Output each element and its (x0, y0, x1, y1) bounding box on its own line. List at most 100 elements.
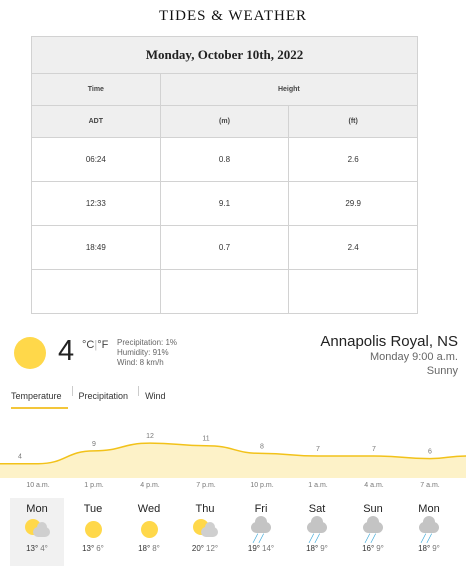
day-name: Sun (363, 503, 383, 515)
tide-time: 06:24 (31, 137, 161, 182)
daily-forecast: Mon 13° 4° Tue 13° 6° Wed 18° 8° Thu 20° 12° Fri ╱╱ 19… (10, 498, 466, 566)
location-block: Annapolis Royal, NS Monday 9:00 a.m. Sun… (320, 333, 458, 378)
header-height: Height (159, 73, 419, 106)
day-forecast-item[interactable]: Tue 13° 6° (66, 498, 120, 566)
day-temps: 13° 6° (66, 544, 120, 553)
chart-x-labels: 10 a.m. 1 p.m. 4 p.m. 7 p.m. 10 p.m. 1 a.m. 4 … (0, 482, 466, 494)
day-name: Sat (308, 503, 326, 515)
table-row-empty (31, 269, 418, 314)
x-axis-label: 4 a.m. (364, 482, 384, 489)
unit-celsius[interactable]: °C (82, 339, 94, 351)
temperature-value-label: 8 (260, 443, 264, 450)
table-row: 12:33 9.1 29.9 (31, 181, 418, 226)
day-high: 18° (306, 544, 319, 553)
current-details: Precipitation: 1% Humidity: 91% Wind: 8 … (117, 338, 177, 368)
day-name: Mon (26, 503, 48, 515)
day-high: 18° (418, 544, 431, 553)
table-row: 06:24 0.8 2.6 (31, 137, 418, 182)
day-high: 18° (138, 544, 151, 553)
partly-cloudy-icon (191, 518, 219, 542)
tide-height-m: 0.7 (159, 225, 290, 270)
day-temps: 18° 9° (290, 544, 344, 553)
day-temps: 20° 12° (178, 544, 232, 553)
day-high: 13° (26, 544, 39, 553)
day-forecast-item[interactable]: Mon ╱╱ 18° 9° (402, 498, 456, 566)
day-name: Wed (137, 503, 161, 515)
tide-time: 12:33 (31, 181, 161, 226)
forecast-tabs: Temperature Precipitation Wind (11, 386, 176, 409)
unit-toggle: °C|°F (82, 339, 108, 351)
tides-header-row: Time Height (31, 73, 419, 106)
day-low: 4° (40, 544, 48, 553)
temperature-value-label: 7 (316, 446, 320, 453)
day-name: Tue (83, 503, 103, 515)
temperature-value-label: 4 (18, 454, 22, 461)
day-temps: 18° 8° (122, 544, 176, 553)
day-forecast-item[interactable]: Sun ╱╱ 16° 9° (346, 498, 400, 566)
tide-height-ft: 2.6 (288, 137, 418, 182)
day-name: Fri (254, 503, 268, 515)
x-axis-label: 1 a.m. (308, 482, 328, 489)
day-temps: 16° 9° (346, 544, 400, 553)
current-condition: Sunny (426, 365, 458, 377)
temperature-area (0, 443, 466, 478)
tides-date-row: Monday, October 10th, 2022 (31, 36, 418, 74)
x-axis-label: 10 a.m. (26, 482, 50, 489)
tab-wind[interactable]: Wind (145, 391, 172, 407)
x-axis-label: 10 p.m. (250, 482, 274, 489)
day-forecast-item[interactable]: Fri ╱╱ 19° 14° (234, 498, 288, 566)
x-axis-label: 4 p.m. (140, 482, 160, 489)
tide-height-ft: 29.9 (288, 181, 418, 226)
partly-cloudy-icon (23, 518, 51, 542)
rain-icon: ╱╱ (359, 516, 387, 543)
tide-time: 18:49 (31, 225, 161, 270)
day-low: 9° (376, 544, 384, 553)
day-low: 9° (432, 544, 440, 553)
day-low: 6° (96, 544, 104, 553)
rain-partly-cloudy-icon: ╱╱ (415, 516, 443, 543)
day-forecast-item[interactable]: Thu 20° 12° (178, 498, 232, 566)
sun-icon (14, 337, 46, 369)
unit-fahrenheit[interactable]: °F (97, 339, 108, 351)
tides-table: Monday, October 10th, 2022 Time Height A… (31, 36, 419, 314)
tab-precipitation[interactable]: Precipitation (79, 391, 135, 407)
tide-height-m: 0.8 (159, 137, 290, 182)
day-low: 12° (206, 544, 219, 553)
day-forecast-item[interactable]: Wed 18° 8° (122, 498, 176, 566)
day-high: 16° (362, 544, 375, 553)
sun-icon (79, 518, 107, 542)
tides-subheader-row: ADT (m) (ft) (31, 105, 418, 138)
x-axis-label: 7 p.m. (196, 482, 216, 489)
day-temps: 19° 14° (234, 544, 288, 553)
temperature-value-label: 11 (202, 436, 209, 443)
tides-date: Monday, October 10th, 2022 (31, 36, 418, 74)
day-high: 20° (191, 544, 204, 553)
current-time: Monday 9:00 a.m. (369, 351, 458, 363)
humidity-text: Humidity: 91% (117, 348, 169, 357)
day-forecast-item[interactable]: Mon 13° 4° (10, 498, 64, 566)
day-high: 19° (247, 544, 260, 553)
day-temps: 18° 9° (402, 544, 456, 553)
day-name: Mon (418, 503, 440, 515)
x-axis-label: 7 a.m. (420, 482, 440, 489)
rain-icon: ╱╱ (303, 516, 331, 543)
tide-height-ft: 2.4 (288, 225, 418, 270)
temperature-value-label: 6 (428, 449, 432, 456)
sun-icon (135, 518, 163, 542)
header-m: (m) (159, 105, 290, 138)
tab-temperature[interactable]: Temperature (11, 391, 68, 409)
rain-icon: ╱╱ (247, 516, 275, 543)
day-forecast-item[interactable]: Sat ╱╱ 18° 9° (290, 498, 344, 566)
page-title: TIDES & WEATHER (158, 8, 308, 24)
day-name: Thu (195, 503, 215, 515)
temperature-chart: 4 9 12 11 8 7 7 6 (0, 433, 466, 478)
location-name: Annapolis Royal, NS (320, 333, 458, 350)
current-temperature: 4 (58, 335, 75, 367)
day-low: 9° (320, 544, 328, 553)
x-axis-label: 1 p.m. (84, 482, 104, 489)
precipitation-text: Precipitation: 1% (117, 338, 178, 347)
day-low: 8° (152, 544, 160, 553)
header-adt: ADT (31, 105, 161, 138)
header-time: Time (31, 73, 161, 106)
header-ft: (ft) (288, 105, 418, 138)
